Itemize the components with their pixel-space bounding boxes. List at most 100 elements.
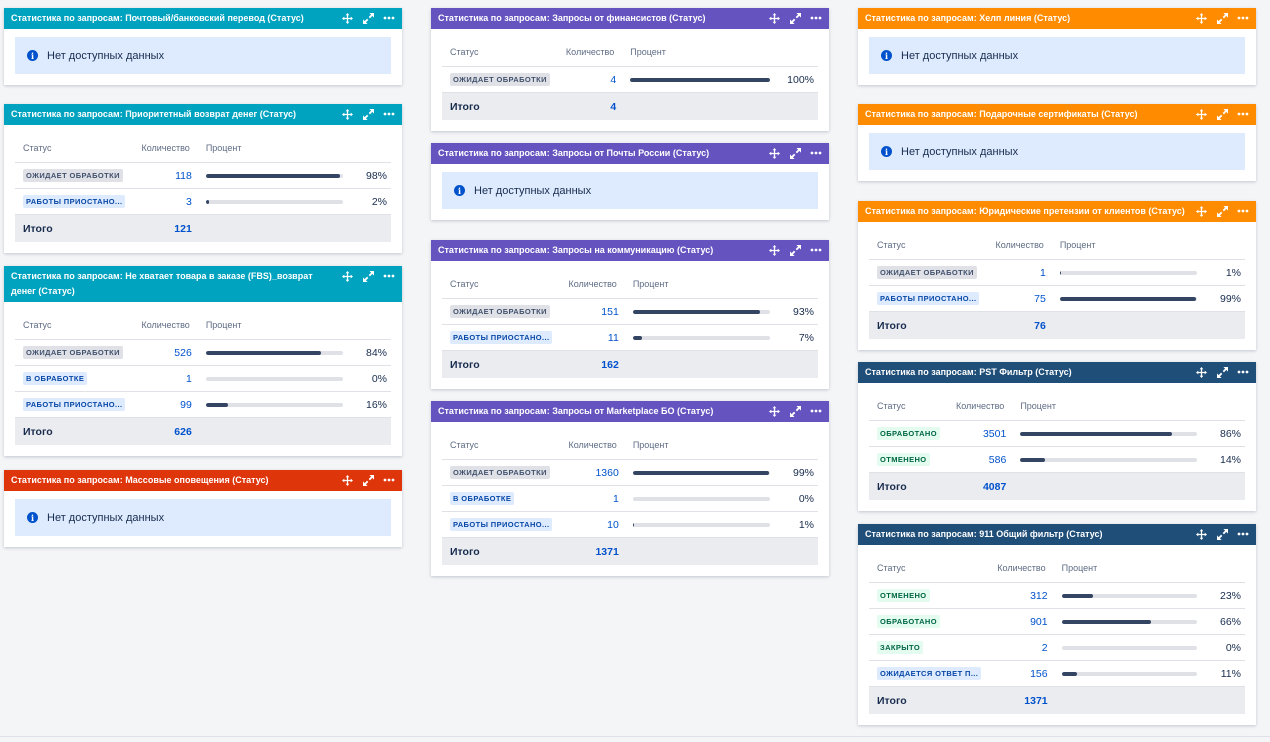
gadget-header[interactable]: Статистика по запросам: Не хватает товар…	[4, 266, 402, 302]
status-lozenge[interactable]: ОЖИДАЕТ ОБРАБОТКИ	[450, 73, 550, 86]
more-icon[interactable]	[383, 473, 395, 487]
more-icon[interactable]	[1237, 527, 1249, 541]
move-icon[interactable]	[1195, 527, 1207, 541]
gadget-header[interactable]: Статистика по запросам: Почтовый/банковс…	[4, 8, 402, 29]
count-link[interactable]: 4	[557, 66, 623, 93]
col-count-header[interactable]: Количество	[560, 430, 625, 460]
count-link[interactable]: 526	[133, 339, 198, 366]
count-link[interactable]: 151	[560, 298, 625, 325]
gadget-header[interactable]: Статистика по запросам: Массовые оповеще…	[4, 470, 402, 491]
gadget-header[interactable]: Статистика по запросам: Хелп линия (Стат…	[858, 8, 1256, 29]
status-lozenge[interactable]: РАБОТЫ ПРИОСТАНО...	[877, 292, 980, 305]
col-count-header[interactable]: Количество	[133, 310, 198, 340]
move-icon[interactable]	[768, 11, 780, 25]
expand-icon[interactable]	[789, 11, 801, 25]
count-link[interactable]: 99	[133, 391, 198, 418]
status-lozenge[interactable]: ОТМЕНЕНО	[877, 453, 930, 466]
expand-icon[interactable]	[362, 107, 374, 121]
col-status-header[interactable]: Статус	[442, 430, 561, 460]
expand-icon[interactable]	[362, 473, 374, 487]
expand-icon[interactable]	[1216, 107, 1228, 121]
count-link[interactable]: 901	[989, 608, 1054, 635]
gadget-header[interactable]: Статистика по запросам: Юридические прет…	[858, 201, 1256, 222]
status-lozenge[interactable]: В ОБРАБОТКЕ	[23, 372, 88, 385]
gadget-header[interactable]: Статистика по запросам: Запросы на комму…	[431, 240, 829, 261]
total-count-link[interactable]: 1371	[560, 537, 625, 565]
col-count-header[interactable]: Количество	[557, 37, 623, 67]
col-percent-header[interactable]: Процент	[624, 269, 818, 299]
gadget-header[interactable]: Статистика по запросам: Приоритетный воз…	[4, 104, 402, 125]
expand-icon[interactable]	[362, 269, 374, 283]
count-link[interactable]: 3	[133, 188, 198, 215]
status-lozenge[interactable]: ОЖИДАЕТ ОБРАБОТКИ	[450, 466, 550, 479]
move-icon[interactable]	[768, 404, 780, 418]
expand-icon[interactable]	[1216, 527, 1228, 541]
col-status-header[interactable]: Статус	[442, 269, 561, 299]
status-lozenge[interactable]: ОЖИДАЕТ ОБРАБОТКИ	[450, 305, 550, 318]
col-percent-header[interactable]: Процент	[197, 310, 391, 340]
count-link[interactable]: 118	[133, 162, 198, 189]
col-count-header[interactable]: Количество	[133, 133, 198, 163]
total-count-link[interactable]: 121	[133, 214, 198, 242]
status-lozenge[interactable]: РАБОТЫ ПРИОСТАНО...	[450, 518, 553, 531]
more-icon[interactable]	[1237, 204, 1249, 218]
col-status-header[interactable]: Статус	[442, 37, 558, 67]
more-icon[interactable]	[1237, 107, 1249, 121]
col-count-header[interactable]: Количество	[560, 269, 625, 299]
col-status-header[interactable]: Статус	[869, 391, 948, 421]
status-lozenge[interactable]: ОЖИДАЕТСЯ ОТВЕТ П...	[877, 667, 982, 680]
total-count-link[interactable]: 162	[560, 350, 625, 378]
expand-icon[interactable]	[789, 404, 801, 418]
col-status-header[interactable]: Статус	[869, 230, 988, 260]
move-icon[interactable]	[341, 269, 353, 283]
more-icon[interactable]	[383, 107, 395, 121]
count-link[interactable]: 1	[560, 485, 625, 512]
gadget-header[interactable]: Статистика по запросам: Запросы от Почты…	[431, 143, 829, 164]
status-lozenge[interactable]: РАБОТЫ ПРИОСТАНО...	[450, 331, 553, 344]
gadget-header[interactable]: Статистика по запросам: PST Фильтр (Стат…	[858, 362, 1256, 383]
status-lozenge[interactable]: ОЖИДАЕТ ОБРАБОТКИ	[877, 266, 977, 279]
count-link[interactable]: 75	[987, 285, 1052, 312]
total-count-link[interactable]: 4	[557, 92, 623, 120]
expand-icon[interactable]	[362, 11, 374, 25]
status-lozenge[interactable]: РАБОТЫ ПРИОСТАНО...	[23, 195, 126, 208]
status-lozenge[interactable]: ОБРАБОТАНО	[877, 615, 940, 628]
count-link[interactable]: 3501	[947, 420, 1013, 447]
move-icon[interactable]	[1195, 107, 1207, 121]
count-link[interactable]: 1360	[560, 459, 625, 486]
move-icon[interactable]	[341, 11, 353, 25]
more-icon[interactable]	[1237, 11, 1249, 25]
col-percent-header[interactable]: Процент	[622, 37, 818, 67]
total-count-link[interactable]: 76	[987, 311, 1052, 339]
total-count-link[interactable]: 1371	[989, 686, 1054, 714]
move-icon[interactable]	[768, 243, 780, 257]
col-status-header[interactable]: Статус	[15, 310, 134, 340]
more-icon[interactable]	[810, 146, 822, 160]
col-count-header[interactable]: Количество	[947, 391, 1013, 421]
col-percent-header[interactable]: Процент	[624, 430, 818, 460]
expand-icon[interactable]	[1216, 204, 1228, 218]
status-lozenge[interactable]: ЗАКРЫТО	[877, 641, 924, 654]
gadget-header[interactable]: Статистика по запросам: Запросы от финан…	[431, 8, 829, 29]
total-count-link[interactable]: 4087	[947, 472, 1013, 500]
gadget-header[interactable]: Статистика по запросам: 911 Общий фильтр…	[858, 524, 1256, 545]
col-count-header[interactable]: Количество	[987, 230, 1052, 260]
count-link[interactable]: 312	[989, 582, 1054, 609]
col-status-header[interactable]: Статус	[869, 553, 990, 583]
count-link[interactable]: 1	[987, 259, 1052, 286]
col-percent-header[interactable]: Процент	[1053, 553, 1245, 583]
more-icon[interactable]	[810, 404, 822, 418]
total-count-link[interactable]: 626	[133, 417, 198, 445]
status-lozenge[interactable]: ОБРАБОТАНО	[877, 427, 940, 440]
count-link[interactable]: 11	[560, 324, 625, 351]
move-icon[interactable]	[1195, 204, 1207, 218]
move-icon[interactable]	[1195, 365, 1207, 379]
gadget-header[interactable]: Статистика по запросам: Подарочные серти…	[858, 104, 1256, 125]
more-icon[interactable]	[810, 11, 822, 25]
col-status-header[interactable]: Статус	[15, 133, 134, 163]
move-icon[interactable]	[341, 473, 353, 487]
count-link[interactable]: 156	[989, 660, 1054, 687]
count-link[interactable]: 10	[560, 511, 625, 538]
status-lozenge[interactable]: РАБОТЫ ПРИОСТАНО...	[23, 398, 126, 411]
status-lozenge[interactable]: ОЖИДАЕТ ОБРАБОТКИ	[23, 169, 123, 182]
